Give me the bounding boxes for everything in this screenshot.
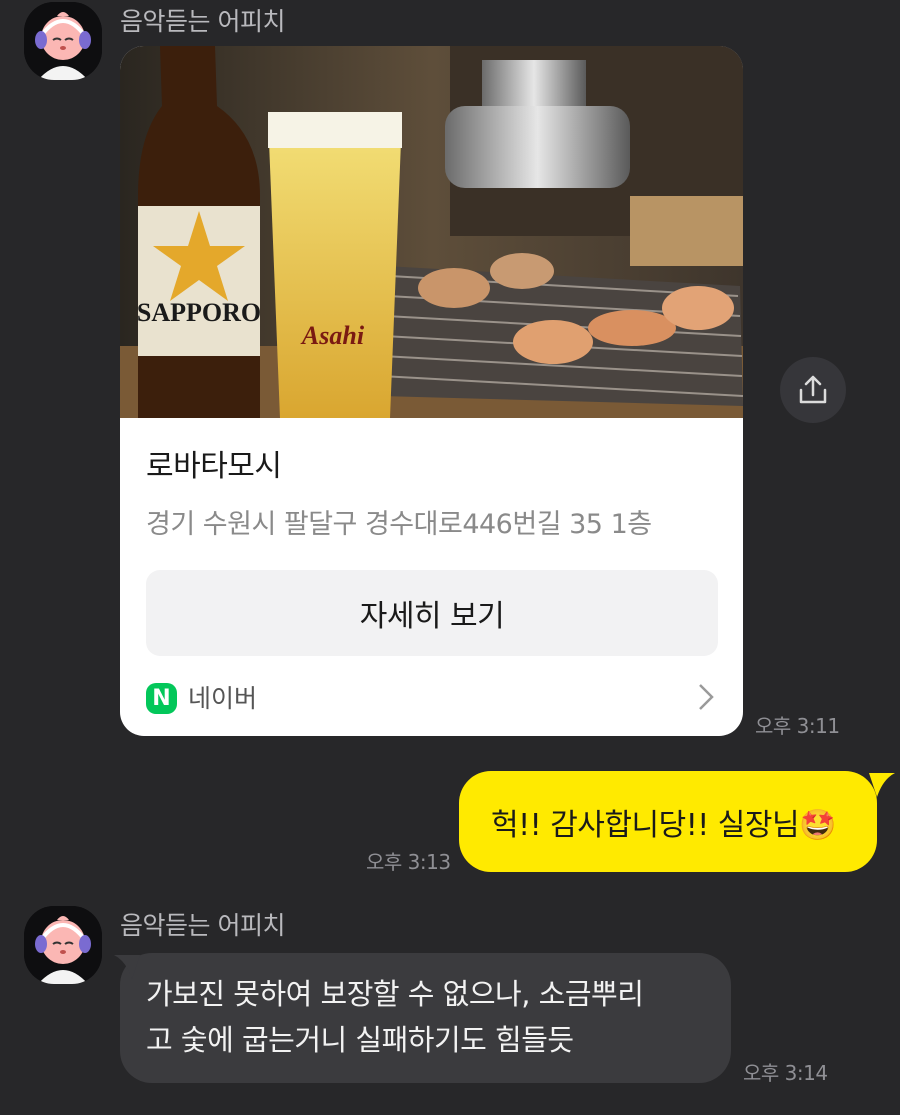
sender-avatar[interactable] xyxy=(24,2,102,80)
bubble-tail xyxy=(869,773,895,797)
message-time: 오후 3:11 xyxy=(755,714,840,738)
chevron-right-icon[interactable] xyxy=(694,682,718,712)
source-label[interactable]: 네이버 xyxy=(188,679,257,715)
restaurant-photo[interactable]: SAPPORO Asahi xyxy=(120,46,743,418)
their-message-bubble[interactable]: 가보진 못하여 보장할 수 없으나, 소금뿌리 고 숯에 굽는거니 실패하기도 … xyxy=(114,953,731,1083)
view-details-button[interactable]: 자세히 보기 xyxy=(146,570,718,656)
message-time: 오후 3:14 xyxy=(743,1061,828,1085)
bubble-tail xyxy=(114,955,140,979)
place-address: 경기 수원시 팔달구 경수대로446번길 35 1층 xyxy=(146,509,652,540)
naver-logo-icon: N xyxy=(146,683,177,714)
sender-name: 음악듣는 어피치 xyxy=(120,911,285,940)
sender-avatar[interactable] xyxy=(24,906,102,984)
sender-name: 음악듣는 어피치 xyxy=(120,7,285,36)
apeach-headphones-avatar-icon xyxy=(24,2,102,80)
message-line: 가보진 못하여 보장할 수 없으나, 소금뿌리 xyxy=(146,977,644,1011)
my-message-bubble[interactable]: 헉!! 감사합니당!! 실장님🤩 xyxy=(459,771,895,872)
place-title: 로바타모시 xyxy=(146,449,282,484)
share-upload-icon xyxy=(799,375,827,404)
share-button[interactable] xyxy=(780,357,846,423)
apeach-headphones-avatar-icon xyxy=(24,906,102,984)
message-text: 가보진 못하여 보장할 수 없으나, 소금뿌리 고 숯에 굽는거니 실패하기도 … xyxy=(146,971,716,1063)
link-card[interactable]: SAPPORO Asahi 로바타모시 경기 수원시 팔달구 경수대로446번길… xyxy=(120,46,743,736)
glass-label: Asahi xyxy=(300,321,365,350)
message-time: 오후 3:13 xyxy=(366,850,451,874)
message-text: 헉!! 감사합니당!! 실장님🤩 xyxy=(491,807,836,843)
message-line: 고 숯에 굽는거니 실패하기도 힘들듯 xyxy=(146,1023,574,1057)
bottle-label: SAPPORO xyxy=(137,298,261,327)
